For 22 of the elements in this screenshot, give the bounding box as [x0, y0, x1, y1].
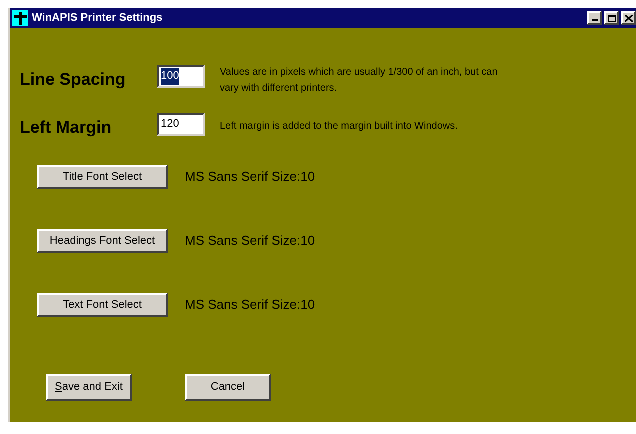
minimize-button[interactable]: [587, 11, 602, 25]
push-button[interactable]: Cancel: [185, 374, 271, 401]
push-button[interactable]: Save and Exit: [46, 374, 132, 401]
push-button[interactable]: Headings Font Select: [37, 229, 168, 253]
field-value: 100: [161, 68, 180, 85]
field-value: 120: [161, 117, 180, 132]
setting-label: Line Spacing: [20, 69, 127, 91]
setting-label: Left Margin: [20, 117, 113, 139]
close-button[interactable]: [621, 11, 636, 25]
maximize-button[interactable]: [604, 11, 619, 25]
setting-note: Values are in pixels which are usually 1/300 of an inch, but can vary with different printers.: [220, 66, 499, 96]
push-button[interactable]: Title Font Select: [37, 165, 168, 189]
close-icon: [624, 14, 632, 22]
font-description: MS Sans Serif Size:10: [185, 232, 316, 250]
push-button[interactable]: Text Font Select: [37, 293, 168, 317]
number-field[interactable]: 100: [157, 65, 205, 88]
window-title: WinAPIS Printer Settings: [32, 10, 163, 26]
font-description: MS Sans Serif Size:10: [185, 168, 316, 186]
font-description: MS Sans Serif Size:10: [185, 296, 316, 314]
cross-icon: [12, 10, 28, 26]
number-field[interactable]: 120: [157, 113, 205, 136]
setting-note: Left margin is added to the margin built into Windows.: [220, 120, 459, 134]
